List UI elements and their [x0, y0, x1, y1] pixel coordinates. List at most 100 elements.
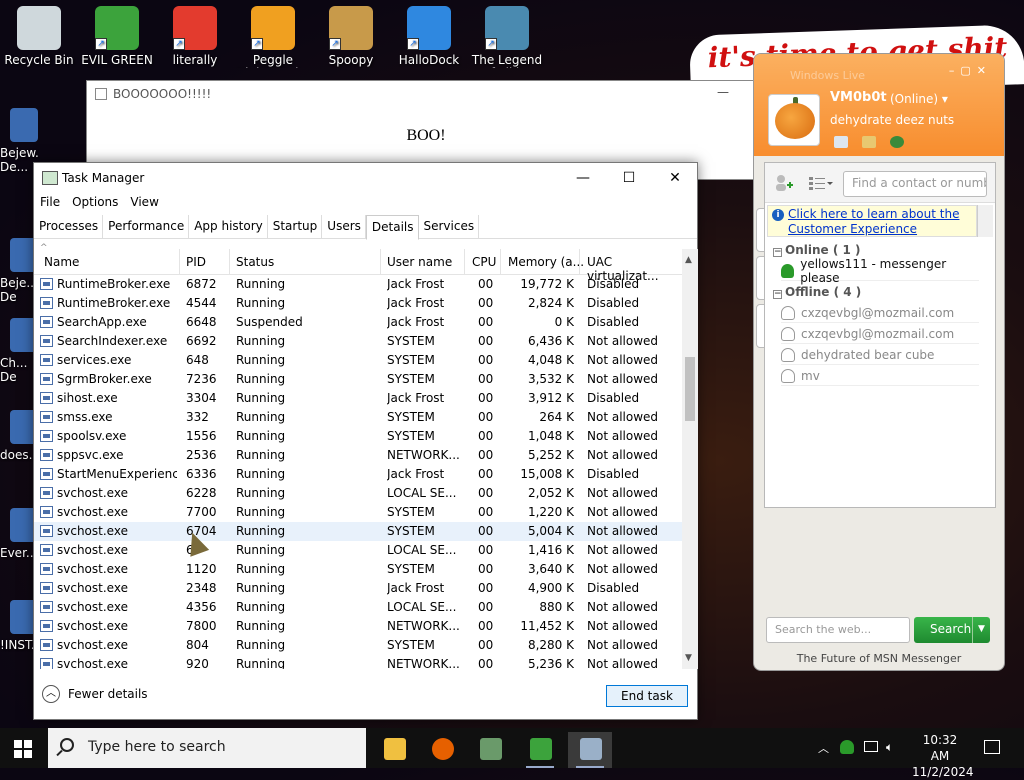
desktop-icon[interactable]: ↗ literally: [156, 0, 234, 68]
taskbar-app[interactable]: [518, 732, 562, 768]
vertical-scrollbar[interactable]: ▲ ▼: [682, 249, 698, 669]
find-contact-input[interactable]: Find a contact or number...: [843, 171, 987, 197]
info-icon: i: [772, 209, 784, 221]
scroll-up-icon[interactable]: ▲: [685, 255, 692, 265]
msn-status[interactable]: (Online) ▾: [890, 92, 948, 106]
taskbar-search-input[interactable]: Type here to search: [48, 728, 366, 768]
taskbar-app[interactable]: [568, 732, 612, 768]
task-manager-titlebar[interactable]: Task Manager — ☐ ✕: [34, 163, 697, 193]
chevron-up-icon[interactable]: ︿: [818, 740, 829, 756]
process-name: SearchIndexer.exe: [57, 334, 168, 348]
msn-personal-message[interactable]: dehydrate deez nuts: [830, 113, 954, 127]
msn-window-controls[interactable]: –▢✕: [949, 64, 992, 77]
table-row[interactable]: SearchIndexer.exe 6692 Running SYSTEM 00 6,43…: [34, 332, 682, 351]
tab-services[interactable]: Services: [419, 215, 480, 239]
tab-startup[interactable]: Startup: [268, 215, 323, 239]
end-task-button[interactable]: End task: [606, 685, 688, 707]
contact-item[interactable]: mv: [781, 366, 979, 386]
table-row[interactable]: sppsvc.exe 2536 Running NETWORK... 00 5,252 K…: [34, 446, 682, 465]
xbox-icon[interactable]: [890, 136, 904, 148]
tab-app-history[interactable]: App history: [189, 215, 268, 239]
msn-tray-icon[interactable]: [840, 740, 854, 754]
table-row[interactable]: svchost.exe 1120 Running SYSTEM 00 3,640 K Not…: [34, 560, 682, 579]
table-row[interactable]: RuntimeBroker.exe 4544 Running Jack Frost 00…: [34, 294, 682, 313]
contact-item[interactable]: dehydrated bear cube: [781, 345, 979, 365]
table-row[interactable]: svchost.exe 4356 Running LOCAL SE... 00 880 K…: [34, 598, 682, 617]
table-row[interactable]: SearchApp.exe 6648 Suspended Jack Frost 00 0 …: [34, 313, 682, 332]
table-row[interactable]: smss.exe 332 Running SYSTEM 00 264 K Not allow…: [34, 408, 682, 427]
contact-item[interactable]: cxzqevbgl@mozmail.com: [781, 303, 979, 323]
customer-experience-link[interactable]: Click here to learn about the Customer E…: [788, 207, 959, 236]
tab-performance[interactable]: Performance: [103, 215, 190, 239]
desktop-icon[interactable]: ↗ Spoopy: [312, 0, 390, 68]
view-options-icon[interactable]: [809, 175, 833, 191]
table-row[interactable]: sihost.exe 3304 Running Jack Frost 00 3,912 K…: [34, 389, 682, 408]
desktop-icon[interactable]: ↗ The Legend of Tiki...: [468, 0, 546, 68]
column-user-name[interactable]: User name: [387, 255, 452, 269]
promo-scrollbar[interactable]: [977, 205, 993, 237]
menu-options[interactable]: Options: [66, 193, 124, 213]
column-memory[interactable]: Memory (a...: [508, 255, 584, 269]
tab-processes[interactable]: Processes: [34, 215, 104, 239]
taskbar-app[interactable]: [420, 732, 464, 768]
table-row[interactable]: StartMenuExperienc... 6336 Running Jack Fro…: [34, 465, 682, 484]
taskbar-app[interactable]: [468, 732, 512, 768]
process-pid: 2348: [186, 581, 217, 595]
mail-icon[interactable]: [834, 136, 848, 148]
table-row[interactable]: SgrmBroker.exe 7236 Running SYSTEM 00 3,532 K…: [34, 370, 682, 389]
task-manager-window[interactable]: Task Manager — ☐ ✕ File Options View Pro…: [33, 162, 698, 720]
minimize-button[interactable]: —: [561, 165, 605, 193]
table-row[interactable]: RuntimeBroker.exe 6872 Running Jack Frost 00…: [34, 275, 682, 294]
tab-details[interactable]: Details: [365, 215, 419, 240]
web-search-input[interactable]: Search the web...: [766, 617, 910, 643]
table-row[interactable]: services.exe 648 Running SYSTEM 00 4,048 K Not…: [34, 351, 682, 370]
column-name[interactable]: Name: [44, 255, 79, 269]
add-contact-icon[interactable]: [773, 173, 793, 193]
scroll-down-icon[interactable]: ▼: [685, 653, 692, 663]
desktop-icon[interactable]: Recycle Bin: [0, 0, 78, 68]
table-row[interactable]: svchost.exe 6228 Running LOCAL SE... 00 2,052…: [34, 484, 682, 503]
taskbar-app[interactable]: [372, 732, 416, 768]
contact-item[interactable]: cxzqevbgl@mozmail.com: [781, 324, 979, 344]
column-pid[interactable]: PID: [186, 255, 206, 269]
chevron-down-icon[interactable]: ▼: [972, 617, 990, 643]
table-row[interactable]: svchost.exe 6704 Running SYSTEM 00 5,004 K Not…: [34, 522, 682, 541]
group-offline[interactable]: − Offline ( 4 ): [773, 285, 861, 299]
desktop-icon[interactable]: ↗ HalloDock: [390, 0, 468, 68]
msn-username[interactable]: VM0b0t: [830, 90, 887, 105]
network-icon[interactable]: [864, 741, 878, 752]
volume-icon[interactable]: 🔈︎: [886, 740, 893, 755]
table-row[interactable]: svchost.exe 7800 Running NETWORK... 00 11,452…: [34, 617, 682, 636]
table-row[interactable]: svchost.exe 804 Running SYSTEM 00 8,280 K Not …: [34, 636, 682, 655]
column-status[interactable]: Status: [236, 255, 274, 269]
process-status: Running: [236, 296, 286, 310]
close-button[interactable]: ✕: [653, 165, 697, 193]
contact-item[interactable]: yellows111 - messenger please: [781, 257, 979, 285]
maximize-button[interactable]: ☐: [607, 165, 651, 193]
search-button[interactable]: Search ▼: [914, 617, 990, 643]
menu-file[interactable]: File: [34, 193, 66, 213]
windows-start-icon[interactable]: [14, 740, 32, 758]
scrollbar-thumb[interactable]: [685, 357, 695, 421]
menu-view[interactable]: View: [124, 193, 164, 213]
table-row[interactable]: spoolsv.exe 1556 Running SYSTEM 00 1,048 K Not…: [34, 427, 682, 446]
folder-icon[interactable]: [862, 136, 876, 148]
column-cpu[interactable]: CPU: [472, 255, 496, 269]
system-clock[interactable]: 10:32 AM 11/2/2024: [912, 732, 974, 780]
notification-icon[interactable]: [984, 740, 1000, 754]
avatar[interactable]: [768, 94, 820, 146]
table-row[interactable]: svchost.exe 6 Running LOCAL SE... 00 1,416 KN…: [34, 541, 682, 560]
shortcut-arrow-icon: ↗: [329, 38, 341, 50]
fewer-details-button[interactable]: ︿ Fewer details: [42, 685, 148, 703]
table-row[interactable]: svchost.exe 920 Running NETWORK... 00 5,236 K…: [34, 655, 682, 669]
minimize-button[interactable]: —: [717, 85, 729, 99]
tab-users[interactable]: Users: [322, 215, 366, 239]
table-row[interactable]: svchost.exe 2348 Running Jack Frost 00 4,900 …: [34, 579, 682, 598]
clock-time: 10:32 AM: [922, 733, 958, 763]
boo-titlebar[interactable]: BOOOOOOO!!!!! —: [87, 81, 765, 107]
msn-messenger-window[interactable]: Windows Live –▢✕ VM0b0t (Online) ▾ dehyd…: [753, 53, 1005, 671]
table-row[interactable]: svchost.exe 7700 Running SYSTEM 00 1,220 K Not…: [34, 503, 682, 522]
desktop-icon[interactable]: ↗ EVIL GREEN MSN GO...: [78, 0, 156, 68]
group-online[interactable]: − Online ( 1 ): [773, 243, 861, 257]
desktop-icon[interactable]: ↗ Peggle Nights Del...: [234, 0, 312, 68]
